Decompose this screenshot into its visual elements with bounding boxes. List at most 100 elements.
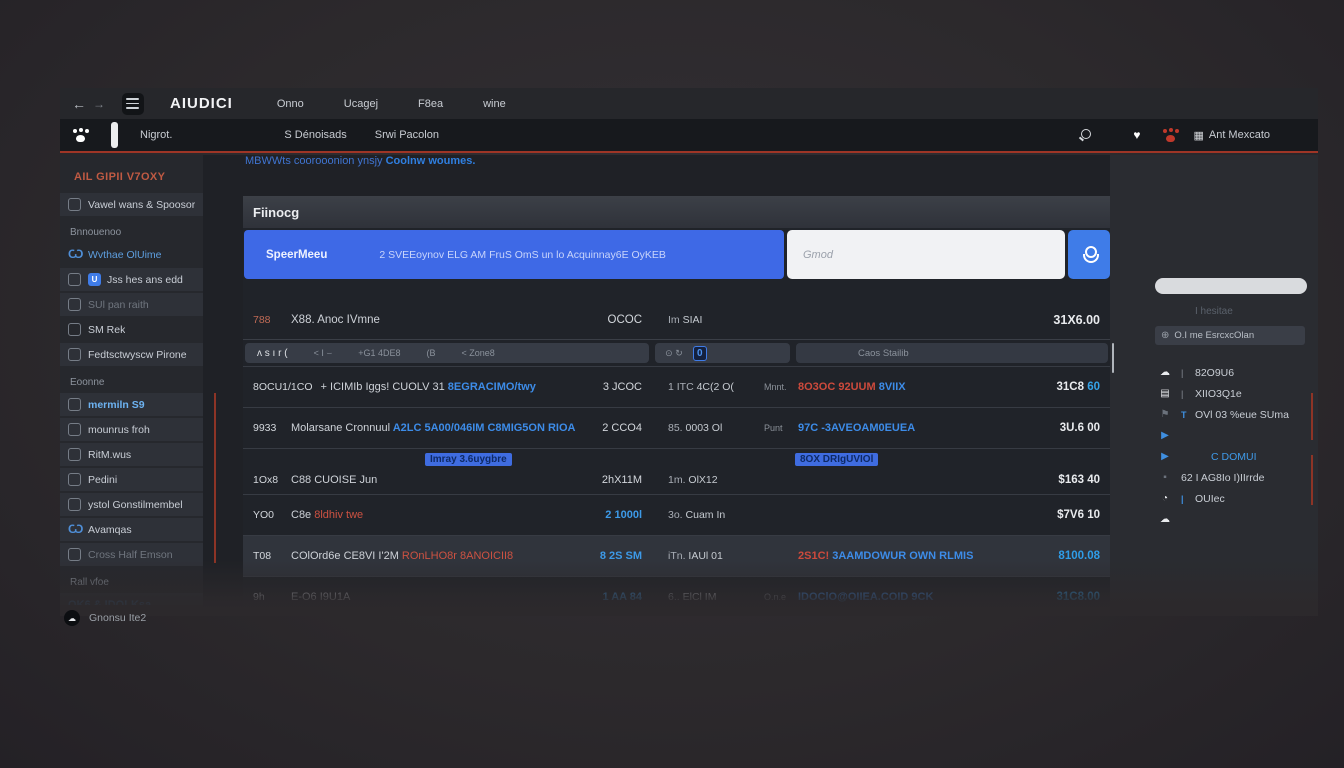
paw-icon bbox=[72, 129, 89, 142]
panel-row[interactable]: ⚑TOVl 03 %eue SUma bbox=[1155, 405, 1315, 424]
filter-pill-status[interactable]: Caos Stailib bbox=[796, 343, 1108, 363]
sidebar-item[interactable]: mounrus froh bbox=[60, 418, 203, 441]
panel-row[interactable]: ▶C DOMUI bbox=[1155, 447, 1315, 466]
banner-message: 2 SVEEoynov ELG AM FruS OmS un lo Acquin… bbox=[379, 249, 666, 261]
right-accent-line-2 bbox=[1311, 455, 1313, 505]
table-row[interactable]: 9hE-O6 I9U1A1 AA 846.. ElCl IMO.n.eIDOCl… bbox=[243, 576, 1110, 608]
red-paw-icon[interactable] bbox=[1162, 129, 1179, 142]
promo-link[interactable]: 97C -3AVEOAM0EUEA bbox=[798, 422, 915, 434]
sidebar-item[interactable]: ystol Gonstilmembel bbox=[60, 493, 203, 516]
filter-chip[interactable]: (B bbox=[427, 348, 436, 358]
heart-icon[interactable]: ♥ bbox=[1133, 128, 1140, 142]
sidebar-item-label: ystol Gonstilmembel bbox=[88, 499, 183, 511]
promo-chip[interactable]: Imray 3.6uygbre bbox=[425, 453, 512, 466]
app-icon bbox=[68, 448, 81, 461]
row-name: C88 CUOISE Jun bbox=[291, 474, 576, 486]
sidebar-item[interactable]: OK6 & IDOLKsa bbox=[60, 593, 203, 605]
play-icon: ▶ bbox=[1155, 430, 1175, 441]
row-name: + ICIMIb Iggs! CUOLV 31 8EGRACIMO/twy bbox=[321, 381, 576, 393]
sidebar-item[interactable]: ѠWvthae OlUime bbox=[60, 243, 203, 266]
menu-item-onno[interactable]: Onno bbox=[277, 98, 304, 110]
table-row[interactable]: YO0C8e 8ldhiv twe2 1000l3o. Cuam In$7V6 … bbox=[243, 494, 1110, 535]
notice-link[interactable]: MBWWts coorooonion ynsjy Coolnw woumes. bbox=[245, 155, 475, 167]
table-row[interactable]: 8OCU1/1CO+ ICIMIb Iggs! CUOLV 31 8EGRACI… bbox=[243, 366, 1110, 407]
panel-row[interactable]: ◔|OUIec bbox=[1155, 489, 1315, 508]
table-row[interactable]: T08COlOrd6e CE8VI I'2M ROnLHO8r 8ANOICII… bbox=[243, 535, 1110, 576]
panel-hint: I hesitae bbox=[1195, 306, 1315, 317]
summary-qty: OCOC bbox=[576, 314, 642, 326]
hamburger-menu-icon[interactable] bbox=[122, 93, 144, 115]
menu-item-f8ea[interactable]: F8ea bbox=[418, 98, 443, 110]
footer-label: Gnonsu Ite2 bbox=[89, 612, 146, 624]
filter-chip[interactable]: < I ⌣ bbox=[314, 348, 333, 359]
search-icon[interactable] bbox=[1078, 129, 1091, 142]
sidebar-item[interactable]: Pedini bbox=[60, 468, 203, 491]
sub-nav-bar: Nigrot. S Dénoisads Srwi Pacolon ♥ ▦ Ant… bbox=[60, 119, 1318, 153]
menu-item-wine[interactable]: wine bbox=[483, 98, 506, 110]
grid-icon: ▦ bbox=[1193, 129, 1203, 142]
scrollbar-thumb[interactable] bbox=[1112, 343, 1114, 373]
table-row[interactable]: Imray 3.6uygbre8OX DRIgUVIOl1Ox8C88 CUOI… bbox=[243, 448, 1110, 494]
forward-icon[interactable]: → bbox=[90, 97, 108, 111]
panel-row[interactable]: ▤|XIIO3Q1e bbox=[1155, 384, 1315, 403]
row-code: 9933 bbox=[243, 422, 283, 434]
sidebar-items: Vawel wans & Spoosor...BnnouenooѠWvthae … bbox=[60, 193, 203, 605]
cloud-icon: ☁ bbox=[1155, 514, 1175, 525]
table-row[interactable]: 9933Molarsane Cronnuul A2LC 5A00/046IM C… bbox=[243, 407, 1110, 448]
filter-chip[interactable]: < Zone8 bbox=[462, 348, 495, 358]
sidebar-footer[interactable]: ☁ Gnonsu Ite2 bbox=[64, 610, 146, 626]
filter-pill-counter[interactable]: ⊙ ↻ 0 bbox=[655, 343, 790, 363]
promo-code-input[interactable] bbox=[787, 230, 1065, 279]
panel-search-item[interactable]: ⊕ O.I me EsrcxcOlan bbox=[1155, 326, 1305, 345]
sidebar-item-label: Avamqas bbox=[88, 524, 132, 536]
slider-handle[interactable] bbox=[111, 122, 118, 148]
promo-banner[interactable]: SpeerMeeu 2 SVEEoynov ELG AM FruS OmS un… bbox=[244, 230, 784, 279]
filter-chip[interactable]: ʌ s ı r ( bbox=[257, 348, 288, 359]
sidebar-item[interactable]: Fedtsctwyscw Pirone bbox=[60, 343, 203, 366]
counter-badge: 0 bbox=[693, 346, 707, 361]
sidebar-item[interactable]: Cross Half Emson bbox=[60, 543, 203, 566]
bullet-icon: T bbox=[1181, 410, 1189, 420]
summary-time: Im SIAI bbox=[642, 314, 752, 326]
row-price: 3U.6 00 bbox=[1022, 422, 1110, 434]
subnav-left-label[interactable]: Nigrot. bbox=[140, 129, 172, 141]
top-menu: Onno Ucagej F8ea wine bbox=[277, 98, 506, 110]
promo-link[interactable]: IDOClO@OIIEA.COID 9CK bbox=[798, 591, 933, 603]
promo-link[interactable]: 3AAMDOWUR OWN RLMIS bbox=[832, 550, 973, 562]
panel-row[interactable]: ☁|82O9U6 bbox=[1155, 363, 1315, 382]
panel-row[interactable]: ▪62 I AG8Io I)IIrrde bbox=[1155, 468, 1315, 487]
panel-row[interactable]: ☁ bbox=[1155, 510, 1315, 529]
summary-row[interactable]: 788 X88. Anoc IVmne OCOC Im SIAI 31X6.00 bbox=[243, 300, 1110, 340]
row-price: 8100.08 bbox=[1022, 550, 1110, 562]
subnav-link-downloads[interactable]: S Dénoisads bbox=[284, 129, 346, 141]
sidebar-item[interactable]: SM Rek bbox=[60, 318, 203, 341]
promo-link[interactable]: 8VIIX bbox=[879, 381, 906, 393]
right-accent-line-1 bbox=[1311, 393, 1313, 440]
sidebar-item[interactable]: SUl pan raith bbox=[60, 293, 203, 316]
sidebar-item[interactable]: Vawel wans & Spoosor... bbox=[60, 193, 203, 216]
sidebar-item[interactable]: UJss hes ans edd bbox=[60, 268, 203, 291]
subnav-right-label[interactable]: Ant Mexcato bbox=[1209, 129, 1270, 141]
row-name-highlight: 8ldhiv twe bbox=[311, 509, 363, 521]
row-link[interactable]: A2LC 5A00/046IM C8MIG5ON RIOAOl bbox=[390, 422, 576, 434]
filter-chip[interactable]: +G1 4DE8 bbox=[358, 348, 400, 358]
row-qty: 1 AA 84 bbox=[576, 591, 642, 603]
cloud-badge-icon: ☁ bbox=[64, 610, 80, 626]
top-pill[interactable] bbox=[1155, 278, 1307, 294]
sidebar-item[interactable]: RitM.wus bbox=[60, 443, 203, 466]
row-link[interactable]: 8EGRACIMO/twy bbox=[445, 381, 536, 393]
row-tag: O.n.e bbox=[752, 592, 794, 602]
panel-header: Fiinocg bbox=[243, 196, 1110, 228]
sidebar-item[interactable]: ѠAvamqas bbox=[60, 518, 203, 541]
back-icon[interactable]: ← bbox=[70, 96, 88, 112]
submit-button[interactable] bbox=[1068, 230, 1110, 279]
notice-link-text[interactable]: Coolnw woumes. bbox=[386, 155, 476, 167]
play-icon: ▶ bbox=[1155, 451, 1175, 462]
menu-item-ucagej[interactable]: Ucagej bbox=[344, 98, 378, 110]
promo-old-price: 8O3OC 92UUM bbox=[798, 381, 879, 393]
sidebar-item-label: Wvthae OlUime bbox=[88, 249, 162, 261]
panel-row[interactable]: ▶ bbox=[1155, 426, 1315, 445]
sidebar-item[interactable]: mermiln S9 bbox=[60, 393, 203, 416]
promo-chip[interactable]: 8OX DRIgUVIOl bbox=[795, 453, 878, 466]
subnav-link-position[interactable]: Srwi Pacolon bbox=[375, 129, 439, 141]
